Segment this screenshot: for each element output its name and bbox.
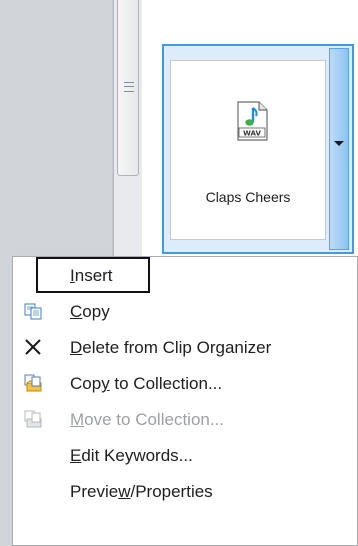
clip-dropdown-button[interactable]: [329, 48, 349, 250]
close-icon: [25, 339, 41, 355]
menu-item-label: Delete from Clip Organizer: [70, 338, 272, 357]
menu-item-label: Move to Collection...: [70, 410, 225, 429]
copy-icon: [24, 303, 42, 320]
menu-item-label: Copy: [70, 302, 110, 321]
menu-item-copy-to-collection[interactable]: Copy to Collection...: [13, 365, 357, 401]
scrollbar-grip-icon: [124, 82, 134, 92]
menu-item-insert[interactable]: Insert: [13, 257, 357, 293]
clip-thumbnail[interactable]: WAV Claps Cheers: [170, 60, 326, 240]
chevron-down-icon: [334, 141, 344, 146]
menu-item-label: Copy to Collection...: [70, 374, 223, 393]
clip-context-menu: Insert Copy Delete from Clip Organizer C…: [12, 256, 358, 546]
menu-item-edit-keywords[interactable]: Edit Keywords...: [13, 437, 357, 473]
menu-item-label: Edit Keywords...: [70, 446, 193, 465]
clip-label: Claps Cheers: [205, 189, 291, 205]
menu-item-delete[interactable]: Delete from Clip Organizer: [13, 329, 357, 365]
wav-icon-text: WAV: [243, 130, 261, 138]
menu-item-move-to-collection: Move to Collection...: [13, 401, 357, 437]
copy-to-collection-icon: [24, 374, 42, 392]
scrollbar-thumb[interactable]: [117, 0, 139, 176]
clip-art-pane: WAV Claps Cheers Insert Copy Delete from…: [0, 0, 358, 546]
wav-file-icon: WAV: [237, 101, 268, 141]
move-to-collection-icon: [24, 410, 42, 428]
menu-item-label: Preview/Properties: [70, 482, 213, 501]
menu-item-copy[interactable]: Copy: [13, 293, 357, 329]
menu-item-preview-properties[interactable]: Preview/Properties: [13, 473, 357, 509]
menu-item-label: Insert: [70, 266, 113, 285]
